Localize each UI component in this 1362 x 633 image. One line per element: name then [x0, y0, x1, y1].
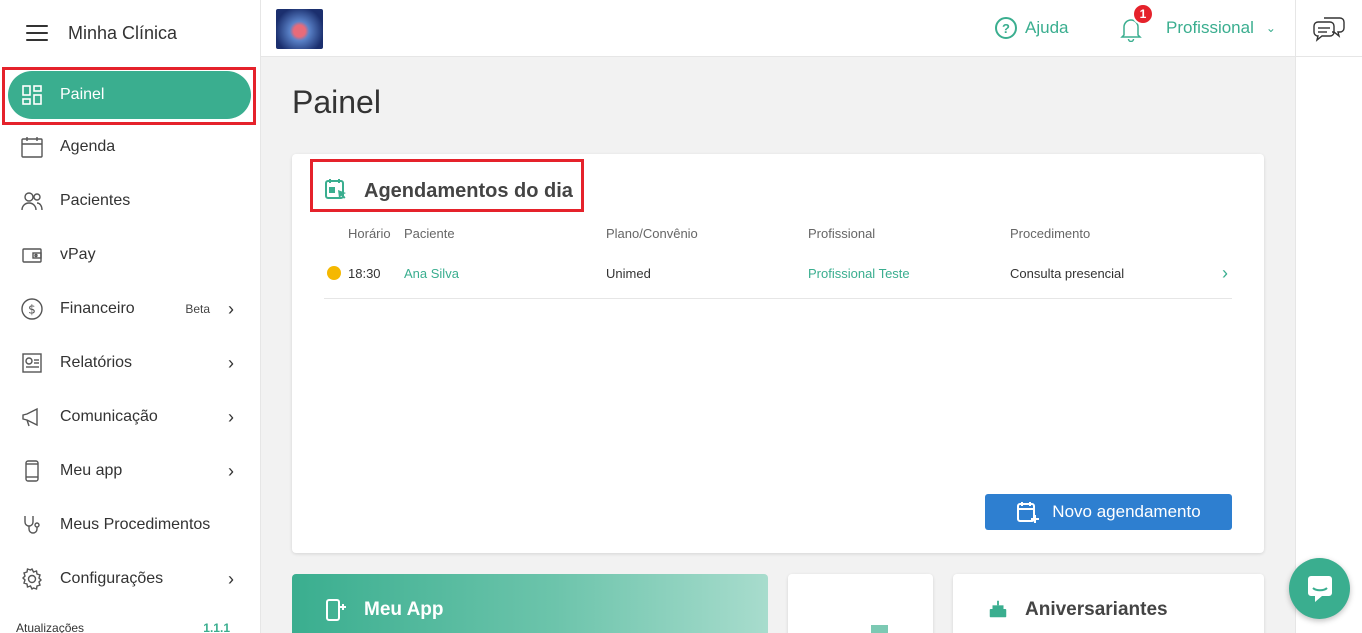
phone-icon: [20, 459, 44, 483]
chevron-right-icon: ›: [228, 406, 234, 427]
meu-app-card[interactable]: Meu App: [292, 574, 768, 633]
chevron-right-icon[interactable]: ›: [1222, 263, 1228, 284]
profile-dropdown[interactable]: Profissional ⌄: [1166, 18, 1276, 38]
birthdays-title: Aniversariantes: [1025, 599, 1168, 620]
chevron-right-icon: ›: [228, 460, 234, 481]
chevron-down-icon: ⌄: [1265, 21, 1276, 35]
updates-link[interactable]: Atualizações: [16, 621, 84, 633]
notification-badge: 1: [1132, 3, 1154, 25]
new-appointment-button[interactable]: Novo agendamento: [985, 494, 1232, 530]
version-label: 1.1.1: [203, 621, 230, 633]
chat-bubbles-icon[interactable]: [1295, 0, 1362, 57]
column-header-time: Horário: [348, 226, 391, 241]
menu-icon[interactable]: [26, 25, 48, 41]
sidebar-item-label: Meu app: [60, 462, 123, 479]
chevron-right-icon: ›: [228, 568, 234, 589]
sidebar-item-painel[interactable]: Painel: [8, 71, 251, 119]
new-appointment-label: Novo agendamento: [1052, 502, 1201, 521]
sidebar-item-label: Comunicação: [60, 408, 158, 425]
chart-bar: [871, 625, 888, 633]
sidebar-item-configuracoes[interactable]: Configurações ›: [0, 552, 260, 606]
sidebar-footer: Atualizações 1.1.1: [16, 621, 230, 633]
clinic-title: Minha Clínica: [68, 22, 178, 43]
help-icon: ?: [995, 17, 1017, 39]
sidebar-item-label: Relatórios: [60, 354, 133, 371]
sidebar-item-financeiro[interactable]: $ Financeiro Beta ›: [0, 282, 260, 336]
top-bar: ? Ajuda 1 Profissional ⌄: [261, 0, 1362, 57]
dollar-icon: $: [20, 297, 44, 321]
appointment-plan: Unimed: [606, 266, 651, 281]
dashboard-icon: [20, 83, 44, 107]
status-dot: [327, 266, 341, 280]
megaphone-icon: [20, 405, 44, 429]
calendar-icon: [20, 135, 44, 159]
stats-card: [788, 574, 933, 633]
sidebar-header: Minha Clínica: [0, 0, 260, 66]
appointments-card: Agendamentos do dia Horário Paciente Pla…: [292, 154, 1264, 553]
clinic-logo[interactable]: [276, 9, 323, 49]
birthdays-card[interactable]: Aniversariantes: [953, 574, 1264, 633]
report-icon: [20, 351, 44, 375]
appointment-professional[interactable]: Profissional Teste: [808, 266, 910, 281]
column-header-plan: Plano/Convênio: [606, 226, 698, 241]
column-header-patient: Paciente: [404, 226, 455, 241]
sidebar-item-label: Configurações: [60, 570, 164, 587]
sidebar-item-label: Financeiro: [60, 300, 135, 317]
sidebar-item-relatorios[interactable]: Relatórios ›: [0, 336, 260, 390]
profile-label: Profissional: [1166, 18, 1254, 37]
cake-icon: [987, 598, 1009, 625]
users-icon: [20, 189, 44, 213]
right-panel: [1295, 57, 1362, 633]
calendar-cursor-icon: [324, 177, 348, 206]
column-header-professional: Profissional: [808, 226, 876, 241]
phone-sparkle-icon: [324, 598, 348, 627]
sidebar-item-label: Pacientes: [60, 192, 131, 209]
sidebar-item-meu-app[interactable]: Meu app ›: [0, 444, 260, 498]
appointments-title: Agendamentos do dia: [364, 180, 573, 202]
chevron-right-icon: ›: [228, 298, 234, 319]
sidebar-item-comunicacao[interactable]: Comunicação ›: [0, 390, 260, 444]
sidebar-item-meus-procedimentos[interactable]: Meus Procedimentos: [0, 498, 260, 552]
column-header-procedure: Procedimento: [1010, 226, 1091, 241]
appointments-header: Agendamentos do dia: [324, 177, 573, 206]
stethoscope-icon: [20, 513, 44, 537]
sidebar-item-label: Agenda: [60, 138, 116, 155]
chat-icon[interactable]: [1289, 558, 1350, 619]
sidebar-item-label: Painel: [60, 86, 105, 103]
table-row[interactable]: 18:30 Ana Silva Unimed Profissional Test…: [324, 259, 1232, 299]
appointment-procedure: Consulta presencial: [1010, 266, 1125, 281]
meu-app-title: Meu App: [364, 599, 444, 620]
beta-badge: Beta: [185, 302, 210, 316]
gear-icon: [20, 567, 44, 591]
sidebar-item-vpay[interactable]: vPay: [0, 228, 260, 282]
help-link[interactable]: ? Ajuda: [995, 17, 1068, 39]
sidebar-item-label: vPay: [60, 246, 96, 263]
sidebar-item-pacientes[interactable]: Pacientes: [0, 174, 260, 228]
sidebar-nav: Agenda Pacientes vPay $ Financeiro Beta …: [0, 120, 260, 606]
chevron-right-icon: ›: [228, 352, 234, 373]
appointment-patient[interactable]: Ana Silva: [404, 266, 459, 281]
sidebar-item-label: Meus Procedimentos: [60, 516, 211, 533]
calendar-plus-icon: [1017, 502, 1040, 523]
help-label: Ajuda: [1025, 18, 1069, 37]
page-title: Painel: [292, 84, 381, 120]
appointment-time: 18:30: [348, 266, 381, 281]
wallet-icon: [20, 243, 44, 267]
sidebar-item-agenda[interactable]: Agenda: [0, 120, 260, 174]
svg-text:$: $: [28, 303, 36, 317]
